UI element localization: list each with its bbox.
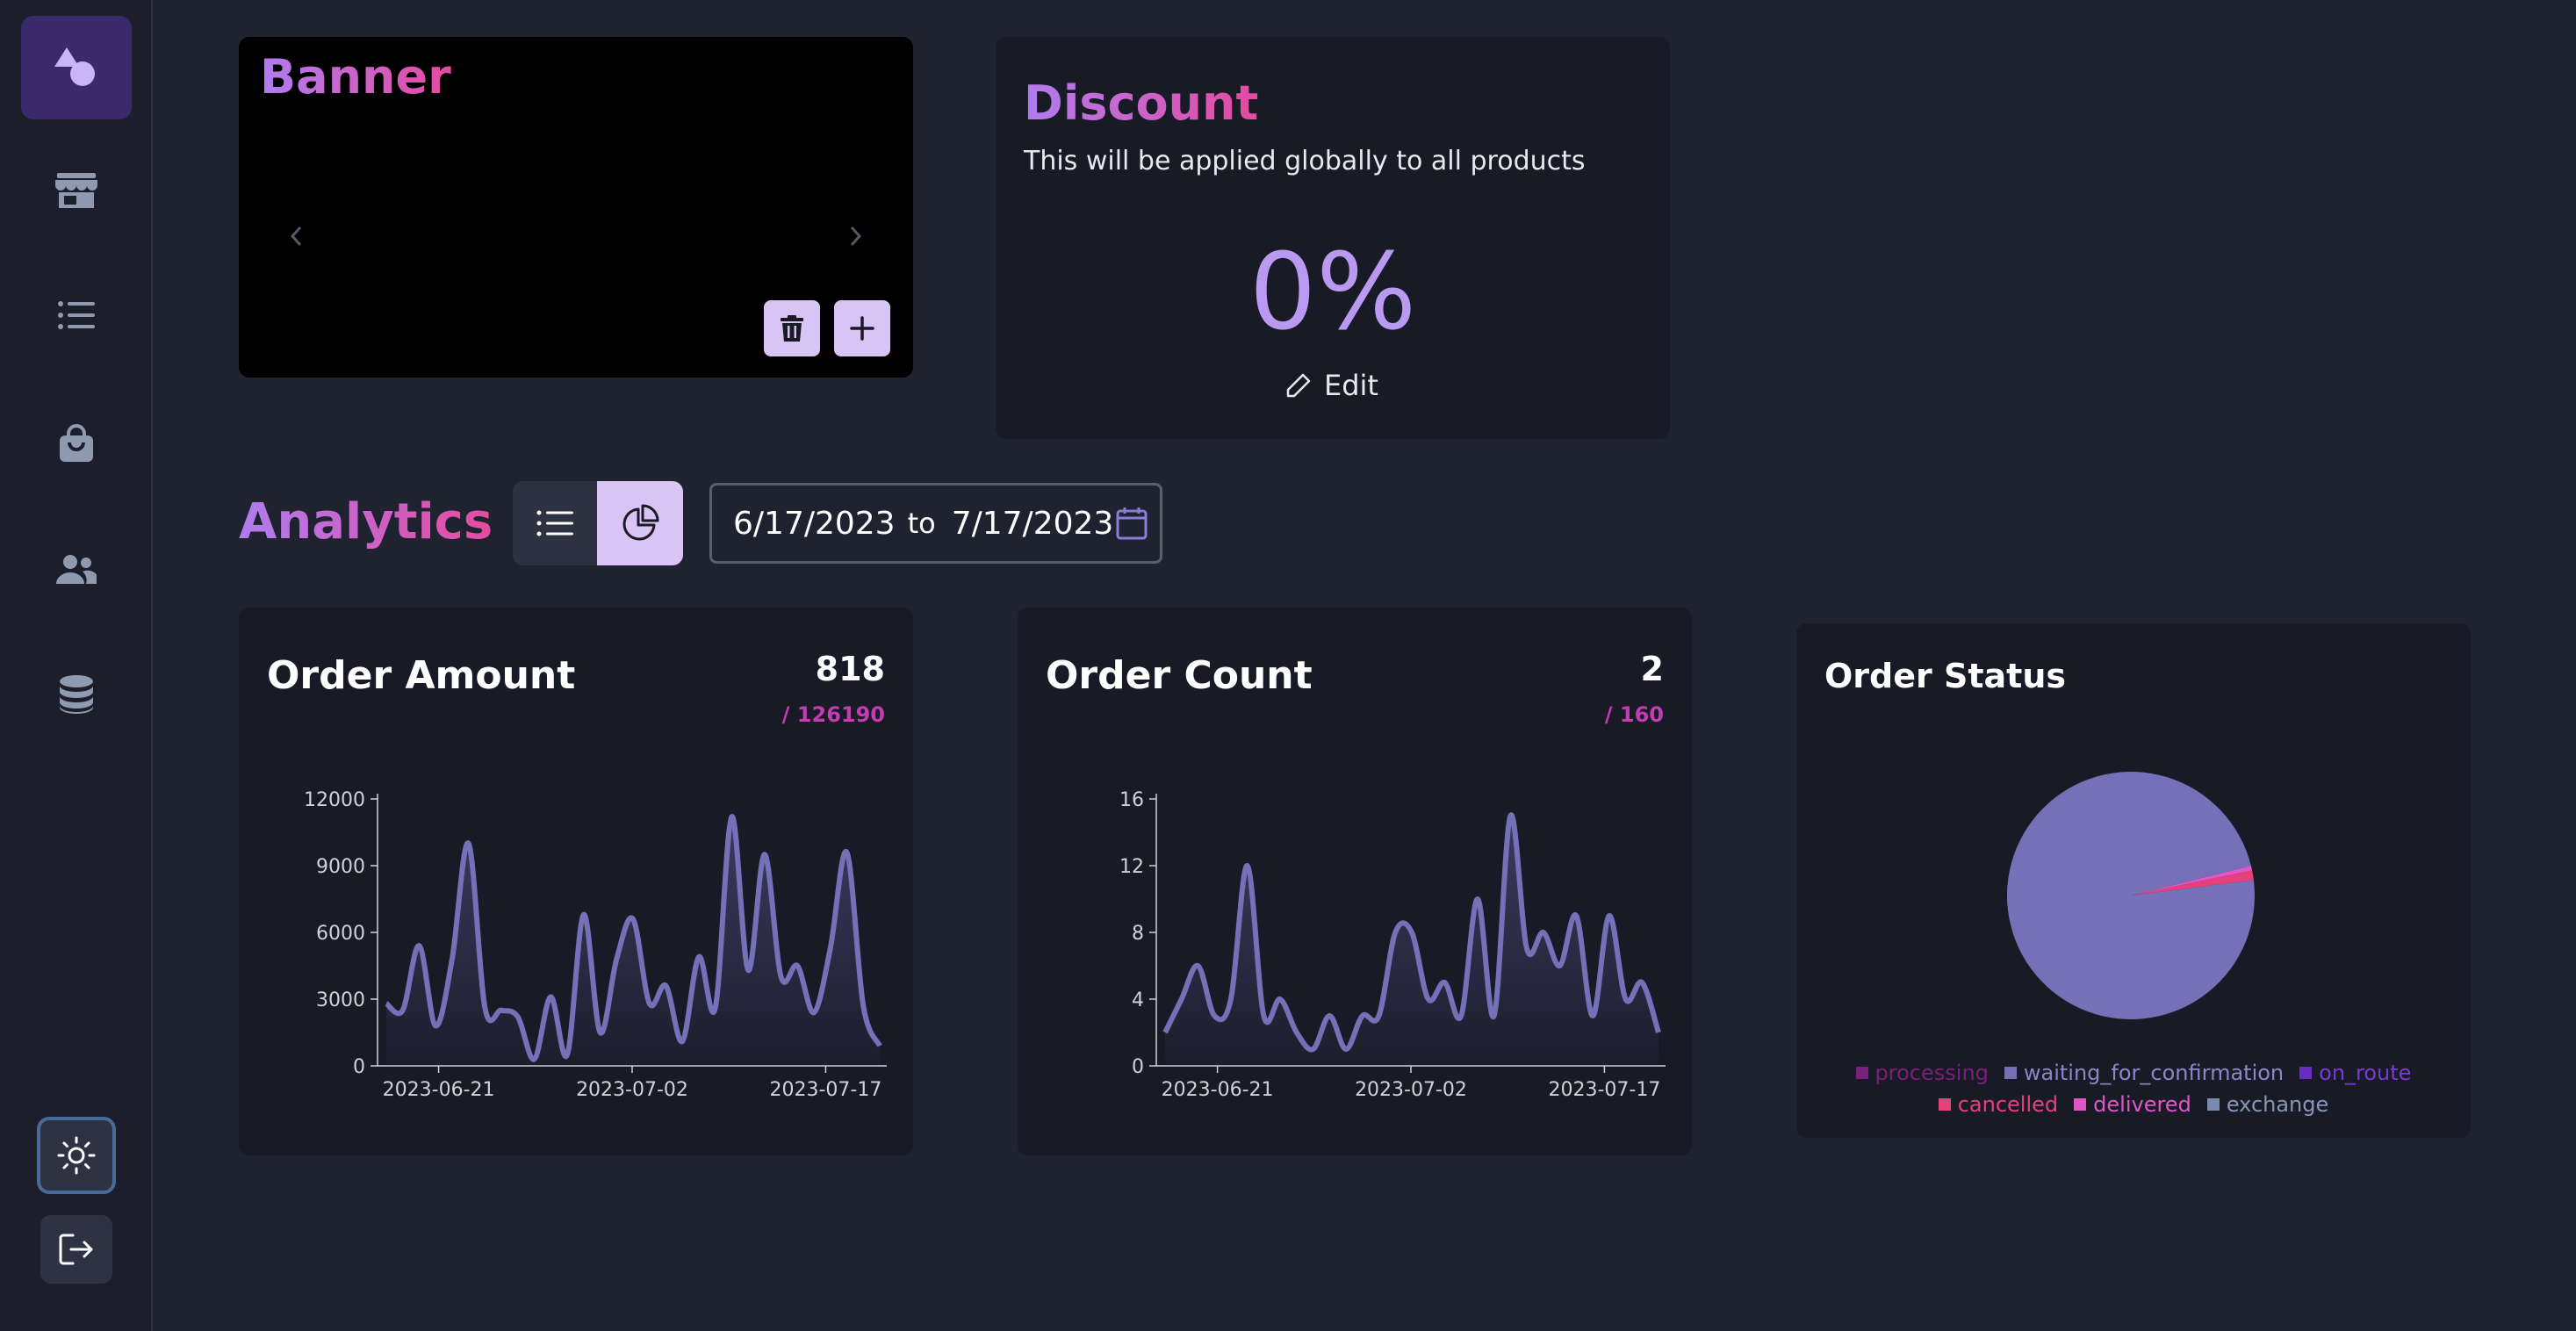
- database-icon: [60, 675, 93, 714]
- nav-dashboard-button[interactable]: [21, 16, 132, 119]
- shapes-icon: [54, 47, 95, 86]
- nav-orders-list-button[interactable]: [21, 263, 132, 367]
- calendar-icon[interactable]: [1116, 507, 1148, 540]
- legend-label: on_route: [2319, 1061, 2412, 1085]
- nav-products-button[interactable]: [21, 392, 132, 495]
- order-count-x-tick-label: 2023-07-02: [1355, 1079, 1467, 1101]
- legend-label: cancelled: [1957, 1092, 2059, 1117]
- nav-store-button[interactable]: [21, 139, 132, 242]
- edit-label: Edit: [1324, 369, 1378, 402]
- delete-banner-button[interactable]: [764, 300, 820, 356]
- order-amount-x-tick-label: 2023-06-21: [383, 1079, 495, 1101]
- order-amount-y-tick-label: 12000: [304, 789, 365, 811]
- view-toggle: [513, 481, 683, 565]
- legend-item-exchange[interactable]: exchange: [2206, 1092, 2329, 1117]
- legend-item-delivered[interactable]: delivered: [2074, 1092, 2191, 1117]
- legend-label: exchange: [2226, 1092, 2329, 1117]
- banner-title: Banner: [260, 49, 451, 104]
- discount-card: Discount This will be applied globally t…: [996, 37, 1670, 439]
- order-status-card: Order Status processing waiting_for_conf…: [1796, 623, 2471, 1138]
- analytics-title: Analytics: [239, 493, 493, 550]
- plus-icon: [850, 316, 874, 341]
- pencil-icon: [1286, 373, 1311, 398]
- order-amount-x-tick-label: 2023-07-17: [769, 1079, 881, 1101]
- legend-swatch: [2074, 1098, 2087, 1111]
- date-range-picker[interactable]: 6/17/2023 to 7/17/2023: [709, 483, 1162, 564]
- order-amount-card: Order Amount 818 / 126190 0 3000 6000 9000 1…: [239, 608, 913, 1155]
- date-start[interactable]: 6/17/2023: [733, 506, 896, 542]
- order-amount-y-tick-label: 6000: [316, 923, 365, 945]
- order-count-chart: 0 4 8 12 16 2023-06-21 2023-07-02 2023-07-17: [1119, 789, 1666, 1101]
- legend-swatch: [2206, 1098, 2220, 1111]
- sidebar: [0, 0, 153, 1331]
- legend-label: delivered: [2093, 1092, 2191, 1117]
- order-count-x-tick-label: 2023-06-21: [1162, 1079, 1274, 1101]
- legend-swatch: [2299, 1067, 2313, 1079]
- order-amount-y-tick-label: 0: [353, 1056, 365, 1078]
- list-view-button[interactable]: [513, 481, 597, 565]
- users-icon: [56, 555, 97, 584]
- date-connector: to: [907, 507, 936, 540]
- carousel-next-button[interactable]: [843, 221, 869, 251]
- carousel-prev-button[interactable]: [283, 221, 309, 251]
- add-banner-button[interactable]: [834, 300, 890, 356]
- order-count-y-tick-label: 4: [1132, 989, 1144, 1011]
- legend-item-on-route[interactable]: on_route: [2299, 1061, 2411, 1085]
- order-amount-area: [386, 817, 880, 1066]
- pie-chart-icon: [622, 504, 659, 541]
- discount-title: Discount: [1024, 76, 1259, 131]
- order-count-y-tick-label: 8: [1132, 923, 1144, 945]
- legend-label: waiting_for_confirmation: [2023, 1061, 2285, 1085]
- nav-database-button[interactable]: [21, 643, 132, 746]
- theme-toggle-button[interactable]: [37, 1117, 116, 1194]
- legend-item-cancelled[interactable]: cancelled: [1938, 1092, 2059, 1117]
- date-end[interactable]: 7/17/2023: [952, 506, 1114, 542]
- order-count-y-tick-label: 12: [1119, 856, 1144, 878]
- list-icon: [58, 301, 95, 329]
- legend-item-waiting-for-confirmation[interactable]: waiting_for_confirmation: [2004, 1061, 2284, 1085]
- order-amount-chart: 0 3000 6000 9000 12000 2023-06-21 2023-07-02 20…: [304, 789, 887, 1101]
- logout-icon: [59, 1234, 93, 1265]
- legend-swatch: [1938, 1098, 1951, 1111]
- order-amount-y-tick-label: 3000: [316, 989, 365, 1011]
- trash-icon: [781, 315, 803, 342]
- chart-view-button[interactable]: [597, 481, 683, 565]
- banner-card: Banner: [239, 37, 913, 378]
- list-icon: [536, 510, 573, 536]
- legend-swatch: [2004, 1067, 2017, 1079]
- order-count-x-tick-label: 2023-07-17: [1548, 1079, 1660, 1101]
- order-count-card: Order Count 2 / 160 0 4 8 12 16 2023-06-21 202…: [1018, 608, 1692, 1155]
- order-amount-y-tick-label: 9000: [316, 856, 365, 878]
- legend-row-1: processing waiting_for_confirmation on_r…: [1796, 1061, 2471, 1085]
- sun-icon: [57, 1136, 96, 1175]
- pie-slice-waiting-for-confirmation[interactable]: [2007, 771, 2255, 1019]
- store-icon: [55, 173, 97, 208]
- logout-button[interactable]: [40, 1215, 112, 1284]
- discount-value: 0%: [1248, 232, 1417, 354]
- order-amount-x-tick-label: 2023-07-02: [576, 1079, 688, 1101]
- chevron-right-icon: [850, 226, 862, 247]
- nav-users-button[interactable]: [21, 518, 132, 622]
- legend-label: processing: [1874, 1061, 1989, 1085]
- shopping-bag-icon: [60, 424, 93, 462]
- order-count-y-tick-label: 0: [1132, 1056, 1144, 1078]
- legend-swatch: [1855, 1067, 1868, 1079]
- legend-item-processing[interactable]: processing: [1855, 1061, 1989, 1085]
- discount-description: This will be applied globally to all pro…: [1024, 146, 1586, 176]
- edit-discount-button[interactable]: Edit: [1285, 369, 1378, 402]
- order-count-y-tick-label: 16: [1119, 789, 1144, 811]
- chevron-left-icon: [290, 226, 302, 247]
- legend-row-2: cancelled delivered exchange: [1796, 1092, 2471, 1117]
